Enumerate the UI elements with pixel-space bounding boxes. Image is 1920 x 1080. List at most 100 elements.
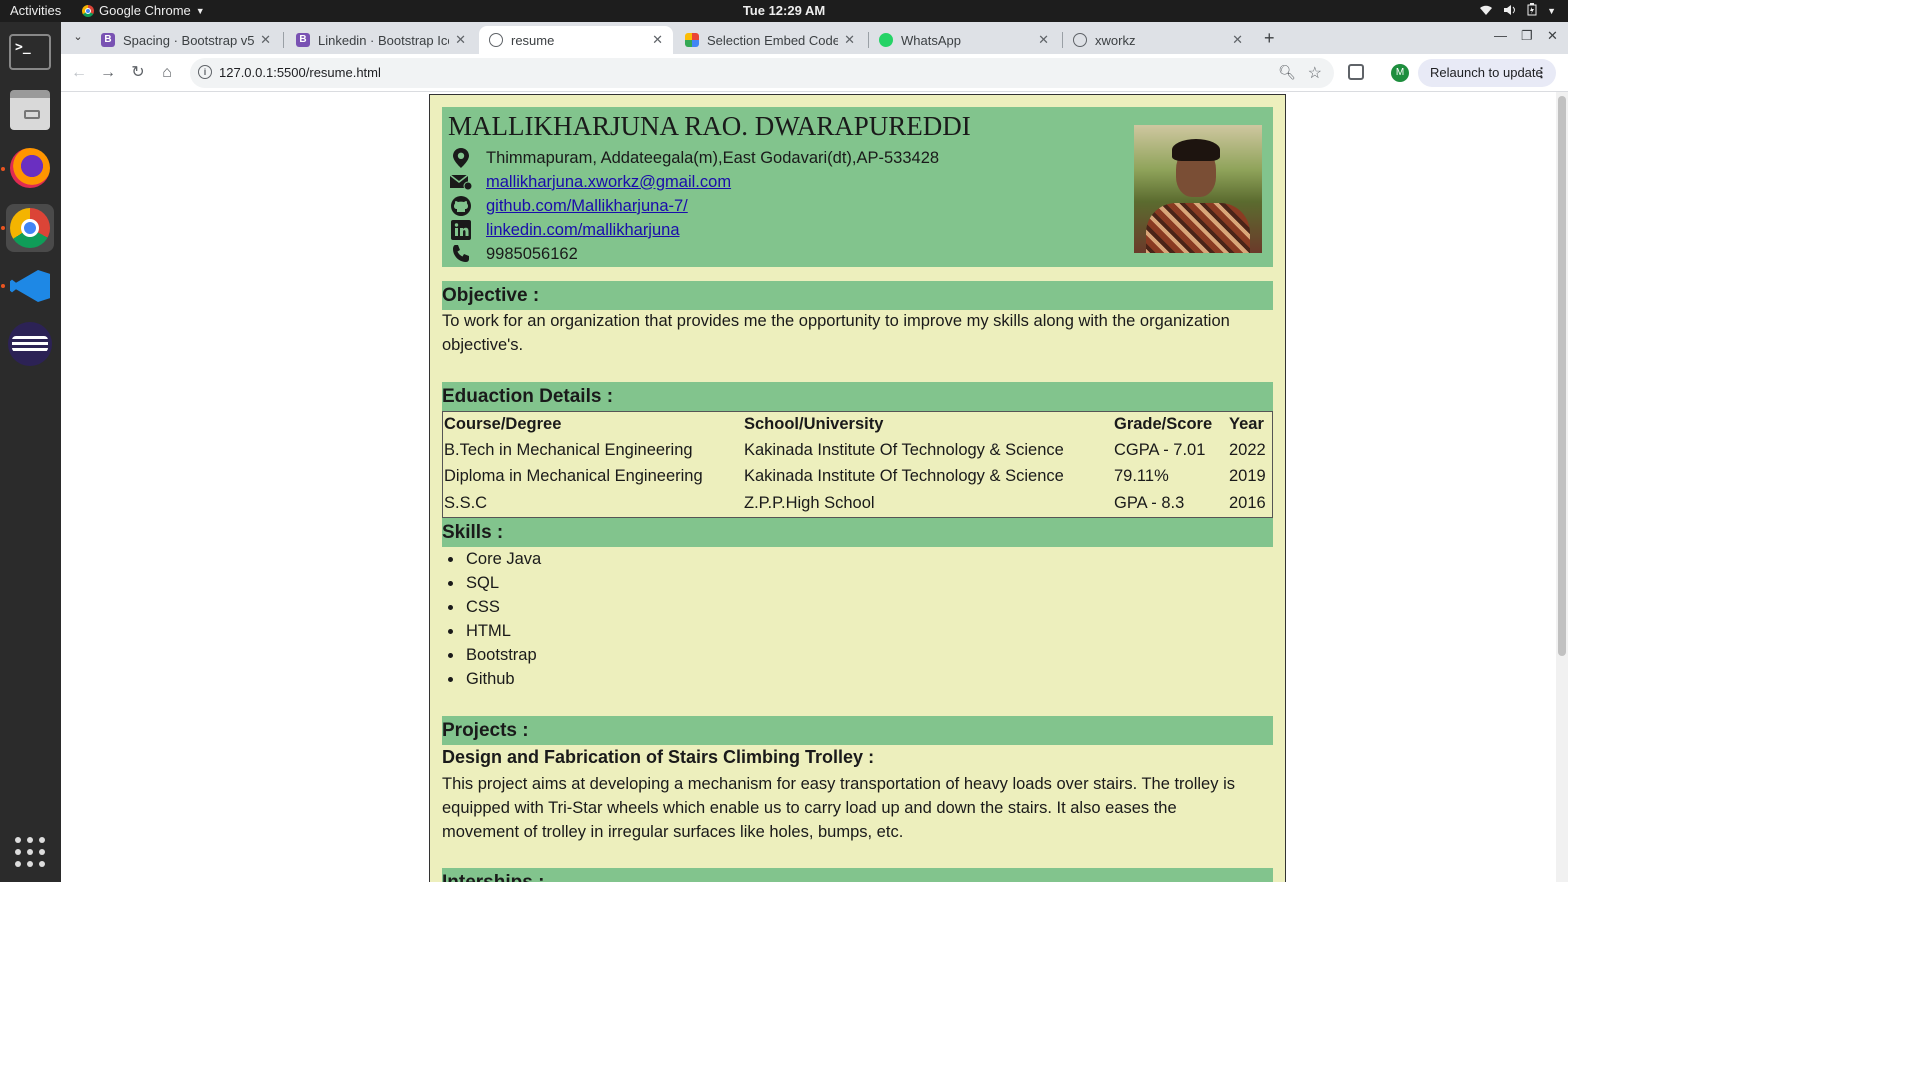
resume-container: MALLIKHARJUNA RAO. DWARAPUREDDI Thimmapu… xyxy=(429,94,1286,882)
linkedin-link[interactable]: linkedin.com/mallikharjuna xyxy=(486,221,680,240)
projects-heading: Projects : xyxy=(442,716,1273,745)
envelope-icon xyxy=(448,172,474,192)
dock-chrome[interactable] xyxy=(6,204,54,252)
close-icon[interactable]: ✕ xyxy=(1232,32,1243,48)
address-row: Thimmapuram, Addateegala(m),East Godavar… xyxy=(448,148,939,168)
list-item: HTML xyxy=(447,619,541,643)
github-row: github.com/Mallikharjuna-7/ xyxy=(448,196,688,216)
forward-button[interactable]: → xyxy=(98,63,118,83)
phone-number: 9985056162 xyxy=(486,244,578,263)
close-icon[interactable]: ✕ xyxy=(455,32,466,48)
close-icon[interactable]: ✕ xyxy=(844,32,855,48)
phone-icon xyxy=(448,244,474,264)
dock-firefox[interactable] xyxy=(6,144,54,192)
github-icon xyxy=(448,196,474,216)
zoom-icon[interactable]: 🔍︎ xyxy=(1278,64,1296,81)
bookmark-star-icon[interactable]: ☆ xyxy=(1308,63,1322,83)
chrome-icon xyxy=(10,208,50,248)
table-cell: Kakinada Institute Of Technology & Scien… xyxy=(744,467,1064,485)
tab-label: resume xyxy=(511,32,555,48)
table-cell: 2016 xyxy=(1229,494,1266,512)
table-row: Diploma in Mechanical Engineering Kakina… xyxy=(443,464,1274,490)
app-menu[interactable]: Google Chrome ▼ xyxy=(82,3,205,18)
globe-icon xyxy=(489,33,503,47)
site-info-icon[interactable]: i xyxy=(198,65,212,79)
close-icon[interactable]: ✕ xyxy=(652,32,663,48)
skills-heading: Skills : xyxy=(442,518,1273,547)
tab-spacing-bootstrap[interactable]: B Spacing · Bootstrap v5.3 ✕ xyxy=(91,26,281,54)
reload-button[interactable]: ↻ xyxy=(128,63,148,83)
linkedin-row: linkedin.com/mallikharjuna xyxy=(448,220,680,240)
close-icon[interactable]: ✕ xyxy=(260,32,271,48)
education-table: Course/Degree School/University Grade/Sc… xyxy=(442,411,1273,518)
relaunch-update-button[interactable]: Relaunch to update ⋮ xyxy=(1418,59,1556,87)
resume-header: MALLIKHARJUNA RAO. DWARAPUREDDI Thimmapu… xyxy=(442,107,1273,267)
tab-label: WhatsApp xyxy=(901,32,961,48)
address-bar[interactable]: i 127.0.0.1:5500/resume.html 🔍︎ ☆ xyxy=(190,58,1334,88)
tab-divider xyxy=(283,32,284,48)
scrollbar-thumb[interactable] xyxy=(1558,96,1566,656)
restore-button[interactable]: ❐ xyxy=(1521,28,1533,44)
column-header: Year xyxy=(1229,415,1264,433)
page-scrollbar[interactable] xyxy=(1556,92,1568,882)
email-link[interactable]: mallikharjuna.xworkz@gmail.com xyxy=(486,173,731,192)
home-button[interactable]: ⌂ xyxy=(157,63,177,83)
globe-icon xyxy=(1073,33,1087,47)
table-header-row: Course/Degree School/University Grade/Sc… xyxy=(443,412,1274,438)
more-menu-icon: ⋮ xyxy=(1535,65,1548,80)
clock[interactable]: Tue 12:29 AM xyxy=(743,3,825,18)
eclipse-icon xyxy=(8,322,52,366)
tab-label: xworkz xyxy=(1095,32,1136,48)
table-row: S.S.C Z.P.P.High School GPA - 8.3 2016 xyxy=(443,491,1274,517)
address-text: Thimmapuram, Addateegala(m),East Godavar… xyxy=(486,148,940,167)
running-indicator xyxy=(1,284,5,288)
profile-avatar[interactable]: M xyxy=(1391,64,1409,82)
tab-xworkz[interactable]: xworkz ✕ xyxy=(1063,26,1253,54)
browser-toolbar: ← → ↻ ⌂ i 127.0.0.1:5500/resume.html 🔍︎ … xyxy=(61,54,1568,92)
bootstrap-icon: B xyxy=(101,33,115,47)
tab-label: Spacing · Bootstrap v5.3 xyxy=(123,32,255,48)
table-cell: GPA - 8.3 xyxy=(1114,494,1185,512)
volume-icon xyxy=(1503,4,1517,19)
dock-eclipse[interactable] xyxy=(6,320,54,368)
page-viewport: MALLIKHARJUNA RAO. DWARAPUREDDI Thimmapu… xyxy=(61,92,1568,882)
new-tab-button[interactable]: + xyxy=(1264,28,1275,49)
terminal-icon: >_ xyxy=(9,34,51,70)
system-top-bar: Activities Google Chrome ▼ Tue 12:29 AM … xyxy=(0,0,1568,22)
project-title: Design and Fabrication of Stairs Climbin… xyxy=(442,747,875,767)
table-cell: Diploma in Mechanical Engineering xyxy=(444,467,703,485)
email-row: mallikharjuna.xworkz@gmail.com xyxy=(448,172,731,192)
show-applications-icon[interactable] xyxy=(15,837,45,867)
phone-row: 9985056162 xyxy=(448,244,578,264)
dock-vscode[interactable] xyxy=(6,262,54,310)
tab-resume[interactable]: resume ✕ xyxy=(479,26,673,54)
tab-search-icon[interactable]: ⌄ xyxy=(69,28,87,46)
github-link[interactable]: github.com/Mallikharjuna-7/ xyxy=(486,197,688,216)
column-header: Grade/Score xyxy=(1114,415,1213,433)
whatsapp-icon xyxy=(879,33,893,47)
extensions-icon[interactable] xyxy=(1348,64,1364,80)
tab-selection-embed[interactable]: Selection Embed Code - C ✕ xyxy=(675,26,865,54)
firefox-icon xyxy=(10,148,50,188)
files-icon xyxy=(10,90,50,130)
dock-terminal[interactable]: >_ xyxy=(6,28,54,76)
profile-photo xyxy=(1134,125,1262,253)
minimize-button[interactable]: — xyxy=(1494,28,1507,43)
back-button[interactable]: ← xyxy=(69,63,89,83)
activities-button[interactable]: Activities xyxy=(10,3,61,18)
close-icon[interactable]: ✕ xyxy=(1038,32,1049,48)
column-header: School/University xyxy=(744,415,884,433)
close-window-button[interactable]: ✕ xyxy=(1547,28,1558,44)
url-text[interactable]: 127.0.0.1:5500/resume.html xyxy=(219,65,381,80)
linkedin-icon xyxy=(448,220,474,240)
vscode-icon xyxy=(10,266,50,306)
running-indicator xyxy=(1,167,5,171)
education-heading: Eduaction Details : xyxy=(442,382,1273,411)
objective-heading: Objective : xyxy=(442,281,1273,310)
tab-whatsapp[interactable]: WhatsApp ✕ xyxy=(869,26,1059,54)
dock-files[interactable] xyxy=(6,86,54,134)
tab-linkedin-bootstrap[interactable]: B Linkedin · Bootstrap Icon ✕ xyxy=(286,26,476,54)
system-tray[interactable]: ▼ xyxy=(1479,3,1556,19)
battery-icon xyxy=(1527,3,1537,19)
skills-list: Core Java SQL CSS HTML Bootstrap Github xyxy=(447,547,541,691)
